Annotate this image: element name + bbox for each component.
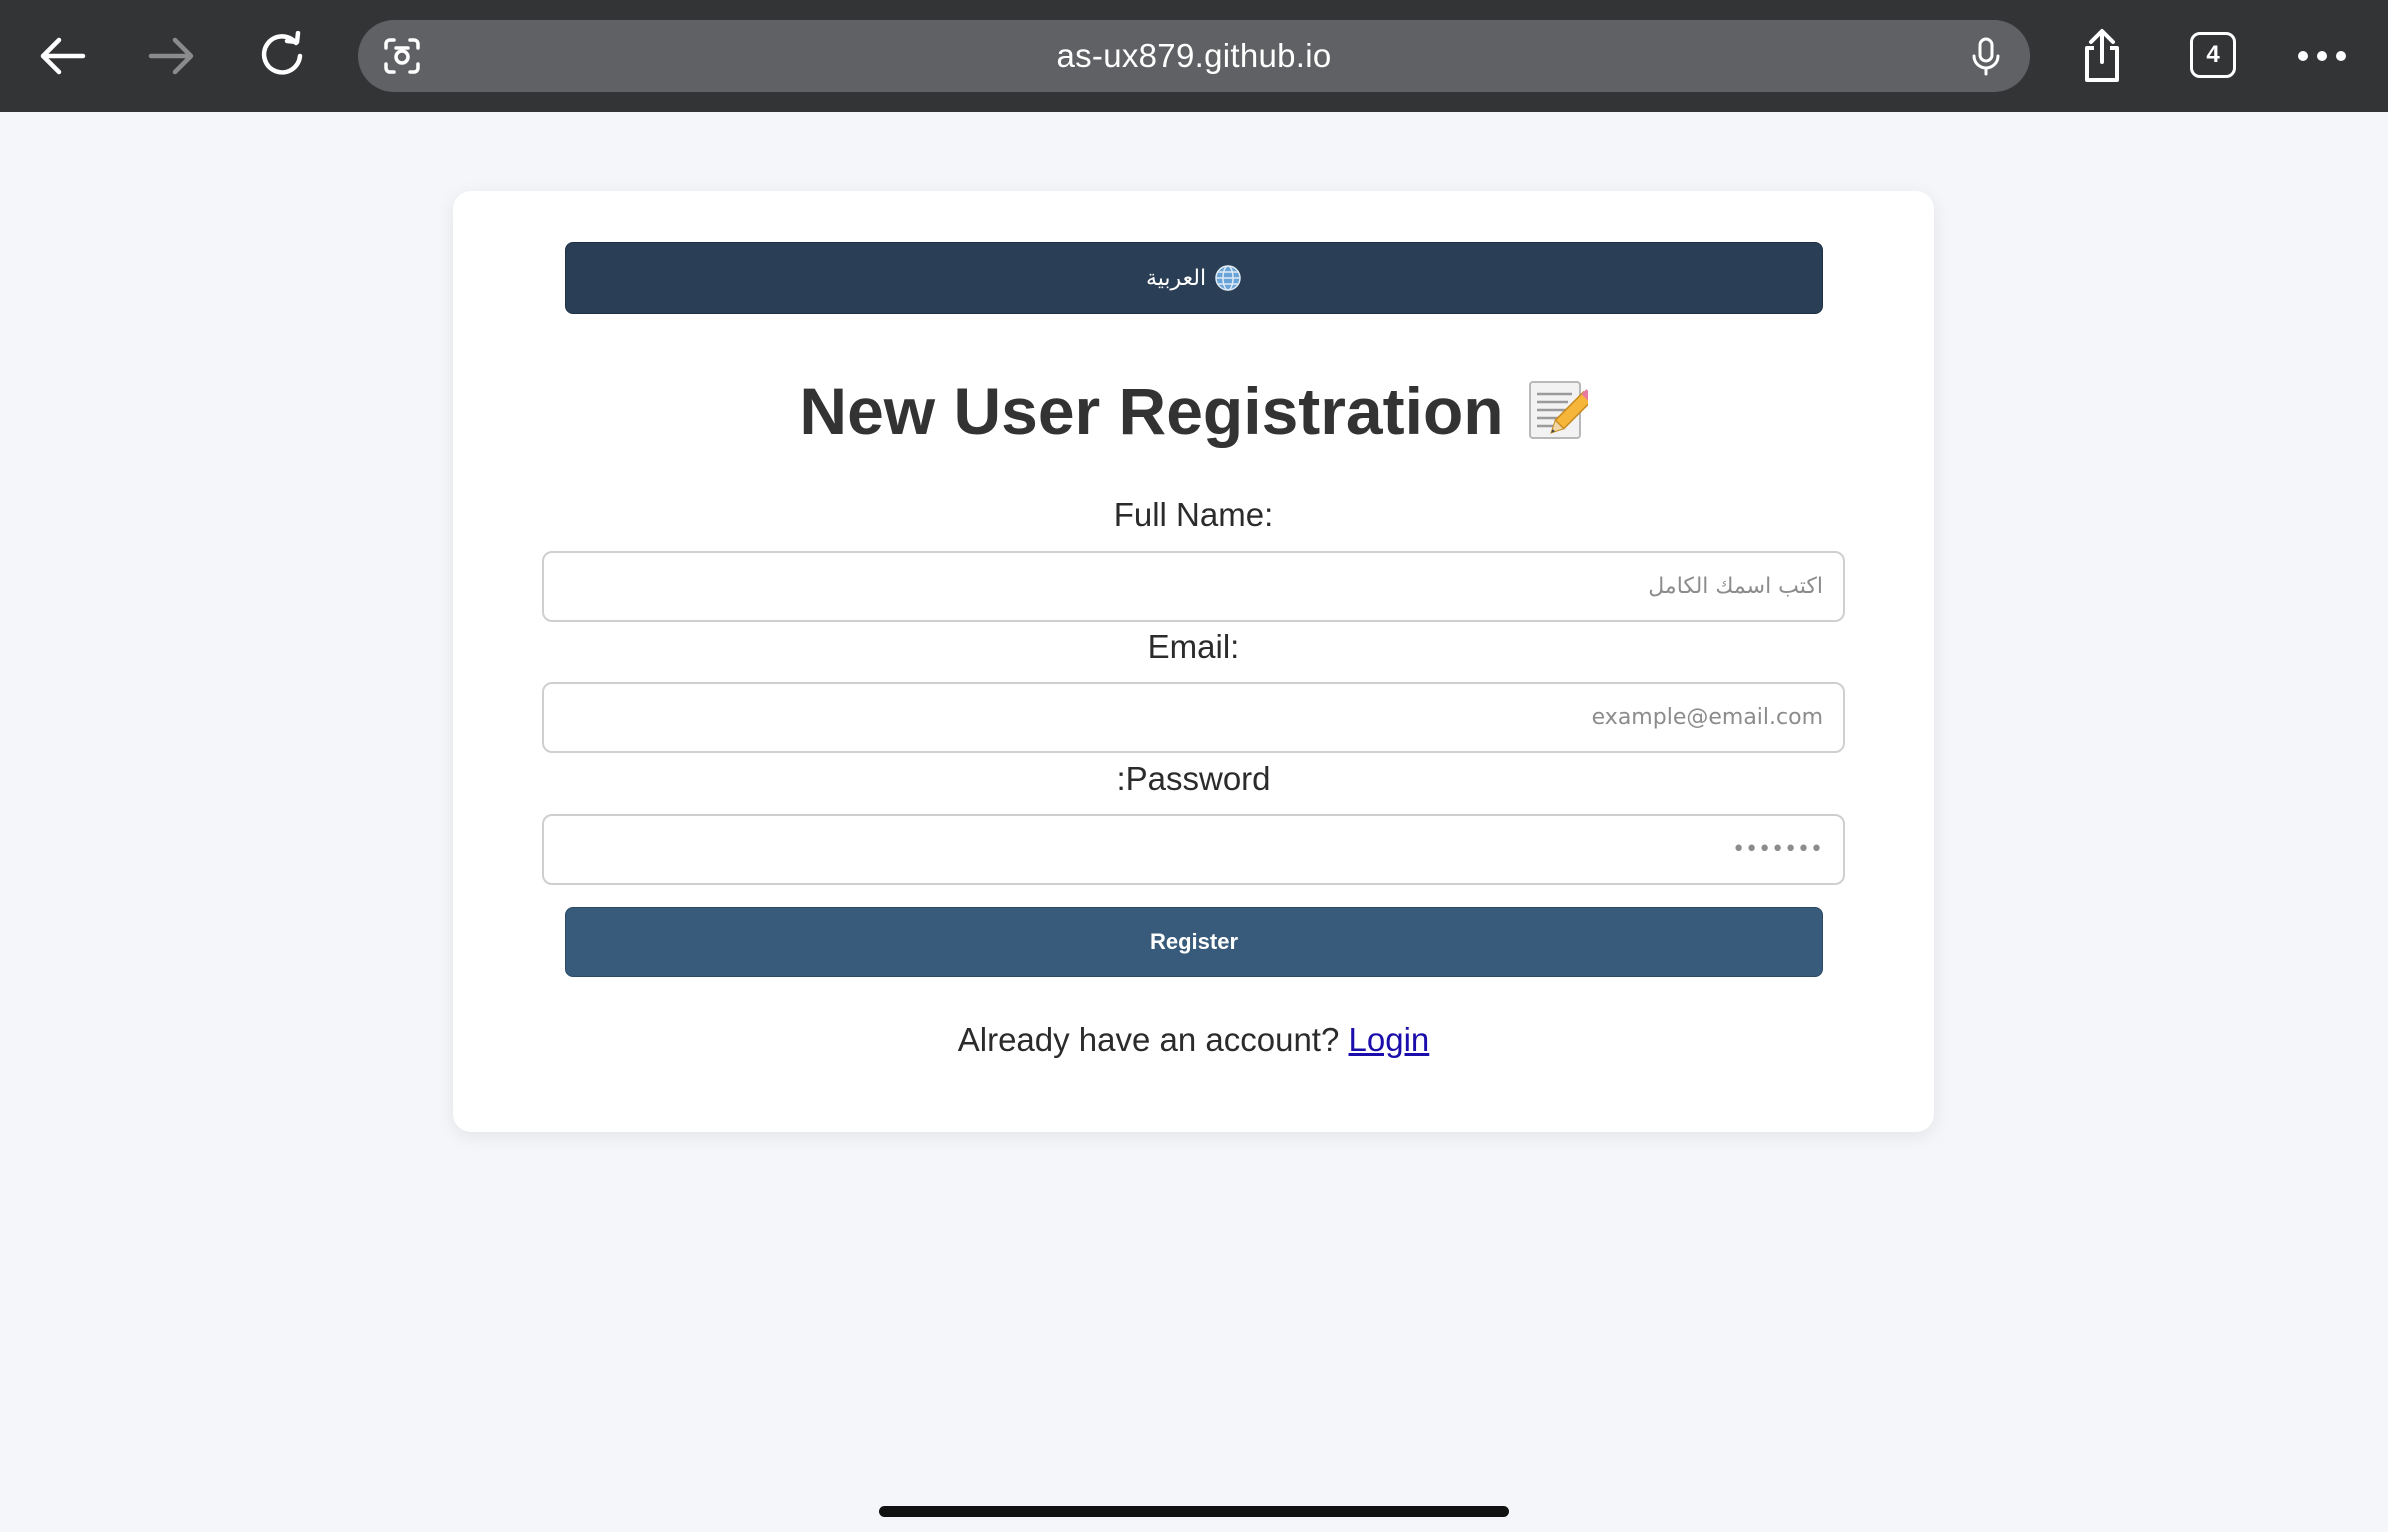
login-prompt-row: Already have an account? Login xyxy=(453,1021,1934,1059)
memo-pencil-icon xyxy=(1528,381,1588,439)
full-name-input[interactable] xyxy=(542,551,1845,622)
password-label: :Password xyxy=(1116,760,1271,797)
forward-arrow-icon[interactable] xyxy=(136,20,208,92)
url-text: as-ux879.github.io xyxy=(1056,37,1332,74)
reload-icon[interactable] xyxy=(246,20,318,92)
title-row: New User Registration xyxy=(453,361,1934,461)
register-button[interactable]: Register xyxy=(565,907,1823,977)
language-label: العربية xyxy=(1145,265,1207,290)
tab-count-button[interactable]: 4 xyxy=(2190,32,2236,78)
address-bar[interactable]: as-ux879.github.io xyxy=(358,20,2030,92)
email-input[interactable] xyxy=(542,682,1845,753)
home-indicator xyxy=(879,1506,1509,1517)
microphone-icon[interactable] xyxy=(1964,34,2008,78)
globe-icon xyxy=(1215,265,1241,291)
login-prompt-text: Already have an account? xyxy=(957,1021,1340,1058)
page-title: New User Registration xyxy=(799,374,1504,448)
registration-card: العربية New User Registration Full Name:… xyxy=(453,191,1934,1132)
email-label: Email: xyxy=(1147,628,1240,665)
language-toggle-button[interactable]: العربية xyxy=(565,242,1823,314)
more-dots-icon[interactable] xyxy=(2286,20,2358,92)
password-input[interactable] xyxy=(542,814,1845,885)
login-link[interactable]: Login xyxy=(1349,1021,1430,1058)
back-arrow-icon[interactable] xyxy=(26,20,98,92)
share-icon[interactable] xyxy=(2066,20,2138,92)
browser-toolbar: as-ux879.github.io 4 xyxy=(0,0,2388,112)
full-name-label: Full Name: xyxy=(1113,496,1274,533)
